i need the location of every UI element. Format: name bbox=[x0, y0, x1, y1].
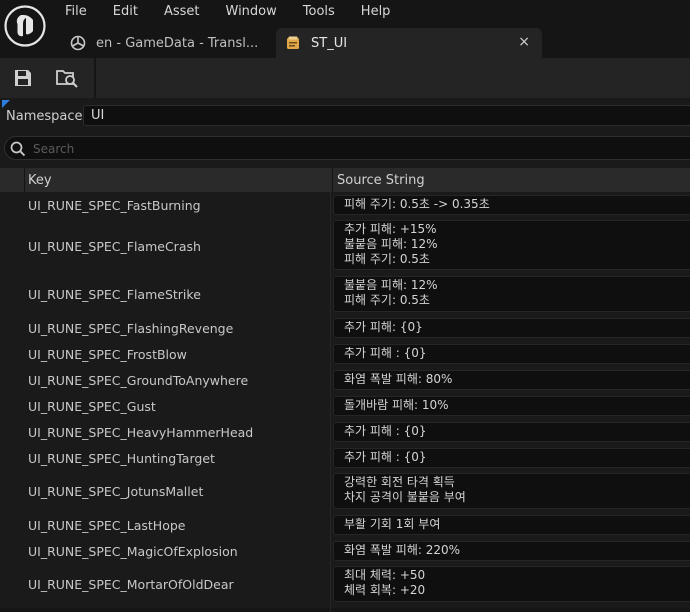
save-button[interactable] bbox=[10, 66, 36, 90]
row-key: UI_RUNE_SPEC_FastBurning bbox=[28, 197, 201, 213]
row-key: UI_RUNE_SPEC_Gust bbox=[28, 398, 156, 414]
unreal-logo-icon[interactable] bbox=[4, 5, 46, 47]
source-string-field[interactable]: 추가 피해 : {0} bbox=[333, 448, 690, 468]
string-table-rows: UI_RUNE_SPEC_FastBurning 피해 주기: 0.5초 -> … bbox=[0, 192, 690, 605]
toolbar-separator bbox=[94, 58, 96, 98]
table-row[interactable]: UI_RUNE_SPEC_GroundToAnywhere 화염 폭발 피해: … bbox=[0, 367, 690, 393]
source-string-field[interactable]: 강력한 회전 타격 획득 차지 공격이 불붙음 부여 bbox=[333, 473, 690, 509]
table-row[interactable]: UI_RUNE_SPEC_FastBurning 피해 주기: 0.5초 -> … bbox=[0, 192, 690, 218]
source-string-field[interactable]: 돌개바람 피해: 10% bbox=[333, 396, 690, 416]
source-string-field[interactable]: 추가 피해: +15% 불붙음 피해: 12% 피해 주기: 0.5초 bbox=[333, 220, 690, 270]
table-row[interactable]: UI_RUNE_SPEC_HuntingTarget 추가 피해 : {0} bbox=[0, 445, 690, 471]
row-key: UI_RUNE_SPEC_GroundToAnywhere bbox=[28, 372, 249, 388]
row-key: UI_RUNE_SPEC_FlashingRevenge bbox=[28, 320, 234, 336]
source-string-field[interactable]: 추가 피해 : {0} bbox=[333, 422, 690, 442]
row-key: UI_RUNE_SPEC_FlameStrike bbox=[28, 287, 201, 302]
namespace-label: Namespace: bbox=[6, 109, 87, 124]
source-string-field[interactable]: 추가 피해: {0} bbox=[333, 318, 690, 338]
table-row[interactable]: UI_RUNE_SPEC_MortarOfOldDear 최대 체력: +50 … bbox=[0, 564, 690, 605]
table-row[interactable]: UI_RUNE_SPEC_MagicOfExplosion 화염 폭발 피해: … bbox=[0, 538, 690, 564]
table-row[interactable]: UI_RUNE_SPEC_FlashingRevenge 추가 피해: {0} bbox=[0, 315, 690, 341]
row-key: UI_RUNE_SPEC_MagicOfExplosion bbox=[28, 543, 238, 559]
row-key: UI_RUNE_SPEC_MortarOfOldDear bbox=[28, 577, 234, 592]
tab-label: en - GameData - Transl... bbox=[96, 35, 259, 51]
table-row[interactable]: UI_RUNE_SPEC_JotunsMallet 강력한 회전 타격 획득 차… bbox=[0, 471, 690, 512]
row-key: UI_RUNE_SPEC_FlameCrash bbox=[28, 238, 201, 254]
source-string-field[interactable]: 화염 폭발 피해: 220% bbox=[333, 541, 690, 561]
column-header-key[interactable]: Key bbox=[28, 173, 52, 188]
namespace-field[interactable]: UI bbox=[83, 105, 690, 126]
row-key: UI_RUNE_SPEC_HuntingTarget bbox=[28, 450, 215, 466]
menu-tools[interactable]: Tools bbox=[290, 0, 348, 24]
close-tab-button[interactable]: × bbox=[518, 34, 530, 50]
save-icon bbox=[15, 70, 31, 86]
title-bar: File Edit Asset Window Tools Help en - G… bbox=[0, 0, 690, 58]
column-divider[interactable] bbox=[332, 168, 333, 192]
folder-search-icon bbox=[56, 70, 78, 88]
string-table-panel: Namespace: UI Key Source String UI_RUNE_… bbox=[0, 98, 690, 612]
row-key: UI_RUNE_SPEC_JotunsMallet bbox=[28, 484, 204, 499]
table-row[interactable]: UI_RUNE_SPEC_Gust 돌개바람 피해: 10% bbox=[0, 393, 690, 419]
table-row[interactable]: UI_RUNE_SPEC_LastHope 부활 기회 1회 부여 bbox=[0, 512, 690, 538]
menu-bar: File Edit Asset Window Tools Help bbox=[52, 0, 403, 24]
search-input[interactable] bbox=[31, 140, 635, 158]
row-key: UI_RUNE_SPEC_HeavyHammerHead bbox=[28, 424, 254, 440]
source-string-field[interactable]: 부활 기회 1회 부여 bbox=[333, 515, 690, 535]
table-header: Key Source String bbox=[0, 168, 690, 192]
tab-string-table[interactable]: ST_UI × bbox=[276, 28, 542, 58]
localization-globe-icon bbox=[70, 35, 86, 51]
menu-asset[interactable]: Asset bbox=[151, 0, 213, 24]
row-gutter-header bbox=[0, 168, 25, 192]
row-key: UI_RUNE_SPEC_LastHope bbox=[28, 517, 186, 533]
toolbar bbox=[0, 58, 690, 98]
source-string-field[interactable]: 최대 체력: +50 체력 회복: +20 bbox=[333, 566, 690, 602]
tab-localization-dashboard[interactable]: en - GameData - Transl... bbox=[58, 28, 272, 58]
search-bar[interactable] bbox=[4, 136, 690, 160]
source-string-field[interactable]: 화염 폭발 피해: 80% bbox=[333, 370, 690, 390]
column-header-source-string[interactable]: Source String bbox=[337, 173, 425, 188]
menu-window[interactable]: Window bbox=[213, 0, 290, 24]
table-row[interactable]: UI_RUNE_SPEC_FrostBlow 추가 피해 : {0} bbox=[0, 341, 690, 367]
row-key: UI_RUNE_SPEC_FrostBlow bbox=[28, 346, 187, 362]
tab-label: ST_UI bbox=[311, 35, 348, 51]
source-string-field[interactable]: 추가 피해 : {0} bbox=[333, 344, 690, 364]
menu-file[interactable]: File bbox=[52, 0, 100, 24]
source-string-field[interactable]: 피해 주기: 0.5초 -> 0.35초 bbox=[333, 195, 690, 215]
table-row[interactable]: UI_RUNE_SPEC_FlameCrash 추가 피해: +15% 불붙음 … bbox=[0, 218, 690, 274]
menu-help[interactable]: Help bbox=[348, 0, 404, 24]
table-row[interactable]: UI_RUNE_SPEC_HeavyHammerHead 추가 피해 : {0} bbox=[0, 419, 690, 445]
source-string-field[interactable]: 불붙음 피해: 12% 피해 주기: 0.5초 bbox=[333, 276, 690, 312]
string-table-icon bbox=[287, 36, 299, 49]
panel-corner-marker bbox=[2, 100, 10, 108]
menu-edit[interactable]: Edit bbox=[100, 0, 151, 24]
browse-to-asset-button[interactable] bbox=[54, 66, 80, 90]
table-row[interactable]: UI_RUNE_SPEC_FlameStrike 불붙음 피해: 12% 피해 … bbox=[0, 274, 690, 315]
search-icon bbox=[10, 141, 26, 157]
